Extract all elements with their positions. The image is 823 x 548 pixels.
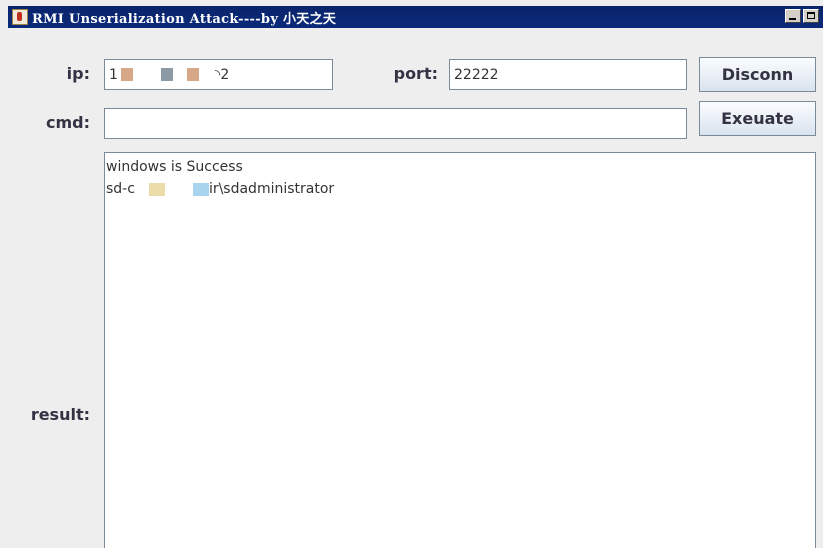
redacted-blur <box>172 68 187 81</box>
port-label: port: <box>393 64 438 83</box>
result-line: windows is Success <box>106 159 243 175</box>
execute-button[interactable]: Exeuate <box>699 101 816 136</box>
redacted-blur <box>164 182 193 196</box>
redacted-blur <box>160 68 173 81</box>
result-line: sd-c ir\sdadministrator <box>106 178 815 200</box>
redacted-blur <box>192 182 209 196</box>
window-title: RMI Unserialization Attack----by 小天之天 <box>32 11 337 27</box>
ip-input[interactable]: 1 ◝ 2 <box>104 59 333 90</box>
ip-label: ip: <box>66 64 90 83</box>
cmd-label: cmd: <box>45 113 90 132</box>
redacted-blur <box>134 182 149 196</box>
minimize-icon[interactable] <box>785 9 801 23</box>
port-input[interactable] <box>449 59 687 90</box>
result-textarea[interactable]: windows is Success sd-c ir\sdadministrato… <box>104 152 816 548</box>
redacted-blur <box>186 68 199 81</box>
redacted-blur <box>132 68 161 81</box>
java-app-icon <box>12 9 28 25</box>
redacted-blur <box>148 182 165 196</box>
disconnect-button[interactable]: Disconn <box>699 57 816 92</box>
title-bar[interactable]: RMI Unserialization Attack----by 小天之天 <box>8 6 823 28</box>
ip-value-end: 2 <box>220 66 230 83</box>
redacted-blur <box>120 68 133 81</box>
ip-value-start: 1 <box>109 66 118 83</box>
result-line2-end: ir\sdadministrator <box>208 181 335 197</box>
result-line2-start: sd-c <box>106 181 135 197</box>
maximize-icon[interactable] <box>803 9 819 23</box>
window-controls <box>785 9 819 23</box>
redacted-blur <box>198 68 215 81</box>
result-label: result: <box>30 405 90 424</box>
cmd-input[interactable] <box>104 108 687 139</box>
